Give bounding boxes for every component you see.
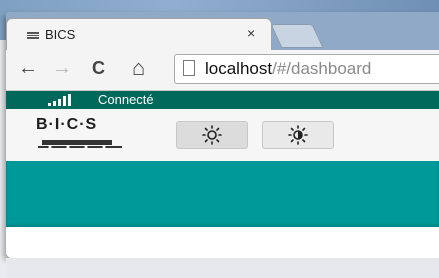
logo-train-graphic: [38, 140, 122, 149]
address-bar[interactable]: localhost/#/dashboard: [174, 54, 439, 84]
forward-button[interactable]: →: [52, 58, 72, 78]
tab-close-button[interactable]: ×: [247, 25, 255, 41]
app-header: B·I·C·S: [6, 109, 439, 161]
sun-icon: [202, 125, 222, 145]
back-button[interactable]: ←: [18, 58, 38, 78]
favicon-icon: [27, 32, 39, 39]
new-tab-button[interactable]: [270, 24, 324, 48]
bics-logo: B·I·C·S: [36, 114, 126, 156]
dashboard-content-area: [6, 161, 439, 227]
day-night-icon: [288, 125, 308, 145]
tab-strip: BICS ×: [6, 12, 439, 50]
url-host: localhost: [205, 59, 273, 78]
logo-text: B·I·C·S: [36, 116, 98, 133]
url-text: localhost/#/dashboard: [205, 59, 371, 79]
connection-status-bar: Connecté: [6, 91, 439, 109]
browser-tab[interactable]: BICS ×: [6, 18, 272, 50]
signal-strength-icon: [48, 94, 76, 106]
day-mode-button[interactable]: [176, 121, 248, 149]
reload-button[interactable]: C: [92, 58, 105, 78]
browser-window: BICS × ← → C ⌂ localhost/#/dashboard Con…: [6, 12, 439, 258]
page-background: [6, 258, 439, 278]
home-button[interactable]: ⌂: [132, 57, 145, 79]
page-icon: [183, 60, 195, 76]
day-night-mode-button[interactable]: [262, 121, 334, 149]
url-path: /#/dashboard: [272, 59, 372, 78]
tab-title: BICS: [45, 27, 76, 42]
connection-status-text: Connecté: [98, 92, 154, 107]
browser-toolbar: ← → C ⌂ localhost/#/dashboard: [6, 50, 439, 91]
